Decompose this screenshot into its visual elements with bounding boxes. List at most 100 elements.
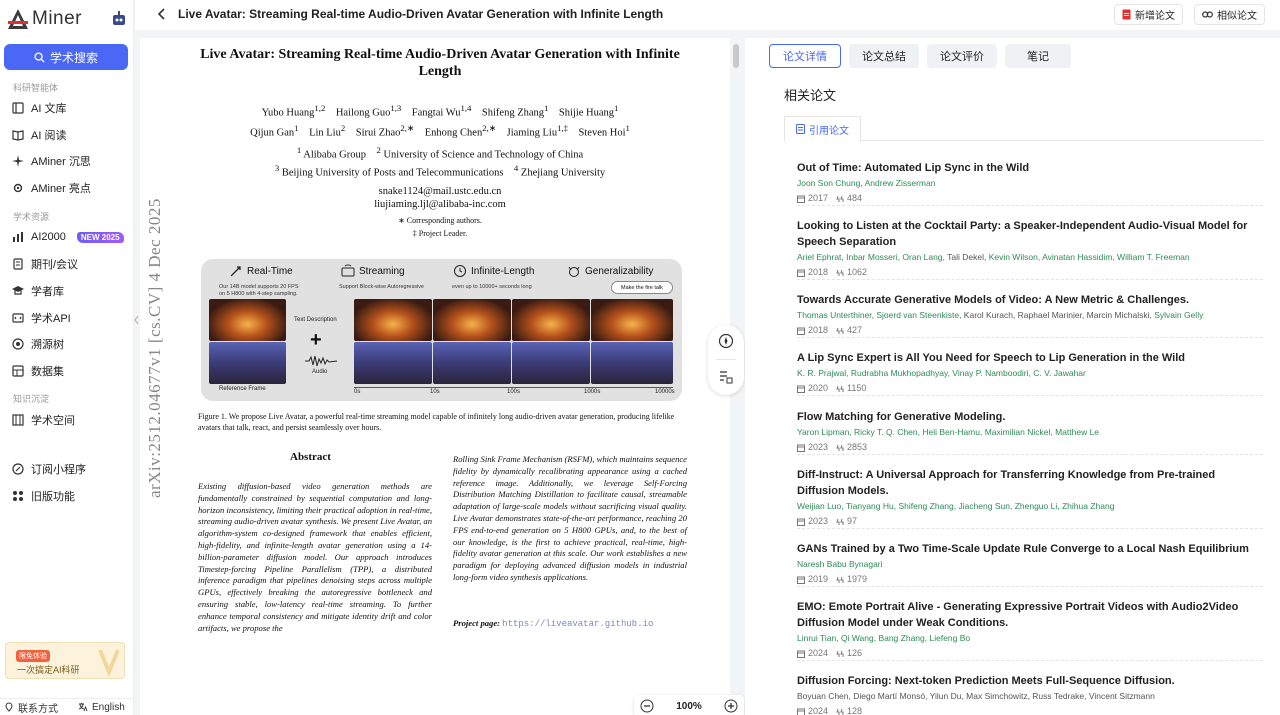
author-name[interactable]: Bang Zhang,: [878, 633, 929, 643]
sidebar-item-academic-space[interactable]: 学术空间: [12, 410, 130, 430]
author-name[interactable]: Vinay P. Namboodiri,: [952, 368, 1033, 378]
related-paper-title[interactable]: Diffusion Forcing: Next-token Prediction…: [797, 673, 1263, 689]
related-paper-title[interactable]: GANs Trained by a Two Time-Scale Update …: [797, 541, 1263, 557]
related-paper-item[interactable]: Towards Accurate Generative Models of Vi…: [797, 292, 1263, 338]
author-name[interactable]: Kevin Wilson,: [989, 252, 1042, 262]
author-name[interactable]: Naresh Babu Bynagari: [797, 559, 883, 569]
author-name[interactable]: Jiacheng Sun,: [958, 501, 1014, 511]
related-paper-title[interactable]: A Lip Sync Expert is All You Need for Sp…: [797, 350, 1263, 366]
sidebar-item-label: 学者库: [31, 286, 64, 298]
author-name[interactable]: Matthew Le: [1055, 427, 1099, 437]
location-icon: [5, 702, 13, 712]
related-paper-authors: Naresh Babu Bynagari: [797, 558, 1263, 571]
sidebar-item-ai-reading[interactable]: AI 阅读: [12, 125, 130, 145]
author-name[interactable]: Liefeng Bo: [929, 633, 970, 643]
author-name[interactable]: William T. Freeman: [1117, 252, 1190, 262]
author-name[interactable]: Ariel Ephrat,: [797, 252, 846, 262]
author-name[interactable]: Yaron Lipman,: [797, 427, 854, 437]
author-name: Tali Dekel,: [947, 252, 989, 262]
promo-banner[interactable]: 限免体验 一次搞定AI科研: [5, 642, 125, 679]
zoom-in-icon[interactable]: [724, 699, 738, 713]
tab-cited-papers[interactable]: 引用论文: [784, 116, 861, 142]
tab-paper-details[interactable]: 论文详情: [769, 44, 841, 68]
logo[interactable]: Miner: [6, 6, 82, 32]
author-name[interactable]: Maximilian Nickel,: [985, 427, 1055, 437]
related-paper-item[interactable]: EMO: Emote Portrait Alive - Generating E…: [797, 599, 1263, 661]
sidebar-item-trace-tree[interactable]: 溯源树: [12, 334, 130, 354]
sidebar-collapse-icon[interactable]: [133, 310, 140, 330]
pdf-scrollbar[interactable]: [733, 44, 739, 68]
fig-header-generalizability: Generalizability: [567, 264, 653, 278]
similar-paper-button[interactable]: 相似论文: [1194, 4, 1265, 25]
sidebar-item-label: 溯源树: [31, 339, 64, 351]
sidebar-item-ai2000[interactable]: AI2000 NEW 2025: [12, 227, 130, 247]
sidebar-item-aminer-highlights[interactable]: AMiner 亮点: [12, 178, 130, 198]
author-name[interactable]: Tianyang Hu,: [846, 501, 899, 511]
author-name[interactable]: K. R. Prajwal,: [797, 368, 851, 378]
fig-sub-infinite: even up to 10000+ seconds long: [452, 284, 532, 290]
sidebar-item-journals[interactable]: 期刊/会议: [12, 254, 130, 274]
paper-citations: 97: [847, 516, 858, 526]
author-name[interactable]: Joon Son Chung,: [797, 178, 865, 188]
related-paper-title[interactable]: Diff-Instruct: A Universal Approach for …: [797, 467, 1263, 499]
timeline-axis: [354, 387, 673, 388]
author-name[interactable]: Sjoerd van Steenkiste,: [876, 310, 963, 320]
sidebar-item-subscribe[interactable]: 订阅小程序: [12, 459, 130, 479]
outline-icon[interactable]: [718, 369, 734, 385]
quote-icon: [836, 708, 844, 715]
related-paper-item[interactable]: Flow Matching for Generative Modeling. Ya…: [797, 409, 1263, 455]
author-name[interactable]: Heli Ben-Hamu,: [922, 427, 984, 437]
sidebar-item-api[interactable]: 学术API: [12, 308, 130, 328]
author-name[interactable]: Rudrabha Mukhopadhyay,: [851, 368, 952, 378]
author-name[interactable]: C. V. Jawahar: [1033, 368, 1086, 378]
author-name[interactable]: Qi Wang,: [841, 633, 878, 643]
timeline-tick: 0s: [354, 389, 361, 395]
related-paper-item[interactable]: Looking to Listen at the Cocktail Party:…: [797, 218, 1263, 280]
academic-search-button[interactable]: 学术搜索: [4, 44, 128, 70]
author-name[interactable]: Avinatan Hassidim,: [1042, 252, 1117, 262]
related-paper-title[interactable]: EMO: Emote Portrait Alive - Generating E…: [797, 599, 1263, 631]
author-name[interactable]: Andrew Zisserman: [865, 178, 936, 188]
author-name[interactable]: Oran Lang,: [902, 252, 947, 262]
compass-icon[interactable]: [718, 333, 734, 349]
sidebar-item-legacy[interactable]: 旧版功能: [12, 486, 130, 506]
author-name[interactable]: Zhihua Zhang: [1062, 501, 1114, 511]
language-switch[interactable]: English: [78, 702, 125, 713]
sidebar-item-datasets[interactable]: 数据集: [12, 361, 130, 381]
author-name[interactable]: Linrui Tian,: [797, 633, 841, 643]
sidebar-item-scholars[interactable]: 学者库: [12, 281, 130, 301]
author-name[interactable]: Ricky T. Q. Chen,: [854, 427, 922, 437]
tab-notes[interactable]: 笔记: [1005, 44, 1071, 68]
author-name[interactable]: Inbar Mosseri,: [846, 252, 902, 262]
author-name[interactable]: Sylvain Gelly: [1154, 310, 1203, 320]
author-name[interactable]: Weijian Luo,: [797, 501, 846, 511]
author-name[interactable]: Zhenguo Li,: [1015, 501, 1062, 511]
add-paper-button[interactable]: 新增论文: [1114, 4, 1183, 25]
related-paper-item[interactable]: Diff-Instruct: A Universal Approach for …: [797, 467, 1263, 529]
robot-icon[interactable]: [110, 10, 128, 28]
tab-paper-summary[interactable]: 论文总结: [849, 44, 919, 68]
author-name[interactable]: Shifeng Zhang,: [898, 501, 958, 511]
tab-paper-review[interactable]: 论文评价: [927, 44, 997, 68]
sidebar-item-aminer-think[interactable]: AMiner 沉思: [12, 151, 130, 171]
author-name[interactable]: Thomas Unterthiner,: [797, 310, 876, 320]
zoom-out-icon[interactable]: [640, 699, 654, 713]
related-paper-title[interactable]: Towards Accurate Generative Models of Vi…: [797, 292, 1263, 308]
related-paper-title[interactable]: Flow Matching for Generative Modeling.: [797, 409, 1263, 425]
sparkle-icon: [12, 155, 24, 167]
back-arrow-icon[interactable]: [155, 7, 169, 21]
zoom-level: 100%: [676, 700, 702, 712]
related-paper-item[interactable]: GANs Trained by a Two Time-Scale Update …: [797, 541, 1263, 587]
related-paper-authors: Ariel Ephrat, Inbar Mosseri, Oran Lang, …: [797, 251, 1263, 264]
sidebar-item-ai-library[interactable]: AI 文库: [12, 98, 130, 118]
related-paper-title[interactable]: Looking to Listen at the Cocktail Party:…: [797, 218, 1263, 250]
paper-citations: 126: [847, 648, 863, 658]
related-paper-title[interactable]: Out of Time: Automated Lip Sync in the W…: [797, 160, 1263, 176]
related-paper-item[interactable]: A Lip Sync Expert is All You Need for Sp…: [797, 350, 1263, 396]
project-url[interactable]: https://liveavatar.github.io: [502, 619, 653, 629]
related-paper-item[interactable]: Out of Time: Automated Lip Sync in the W…: [797, 160, 1263, 206]
contact-link[interactable]: 联系方式: [4, 700, 58, 715]
related-paper-item[interactable]: Diffusion Forcing: Next-token Prediction…: [797, 673, 1263, 715]
pdf-viewer[interactable]: Live Avatar: Streaming Real-time Audio-D…: [140, 38, 730, 715]
fig-sub-streaming: Support Block-wise Autoregressive: [339, 284, 424, 290]
